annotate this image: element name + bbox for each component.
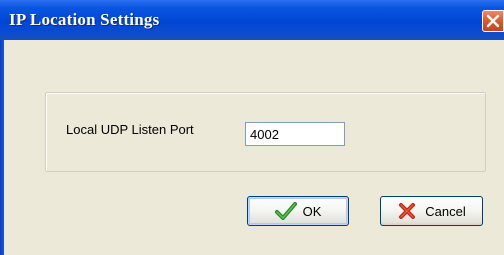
close-icon — [486, 14, 500, 28]
cancel-button-label: Cancel — [425, 203, 466, 219]
ok-button[interactable]: OK — [247, 196, 349, 226]
close-button[interactable] — [482, 10, 504, 32]
cancel-button[interactable]: Cancel — [380, 196, 483, 226]
local-udp-listen-port-label: Local UDP Listen Port — [66, 122, 194, 137]
check-icon — [274, 202, 297, 220]
dialog-window: IP Location Settings Local UDP Listen Po… — [0, 0, 504, 255]
local-udp-listen-port-input[interactable] — [245, 122, 345, 146]
window-border-left — [0, 40, 4, 255]
window-title: IP Location Settings — [9, 10, 160, 29]
title-bar[interactable]: IP Location Settings — [0, 0, 504, 40]
x-icon — [397, 202, 419, 220]
ok-button-label: OK — [302, 203, 322, 219]
